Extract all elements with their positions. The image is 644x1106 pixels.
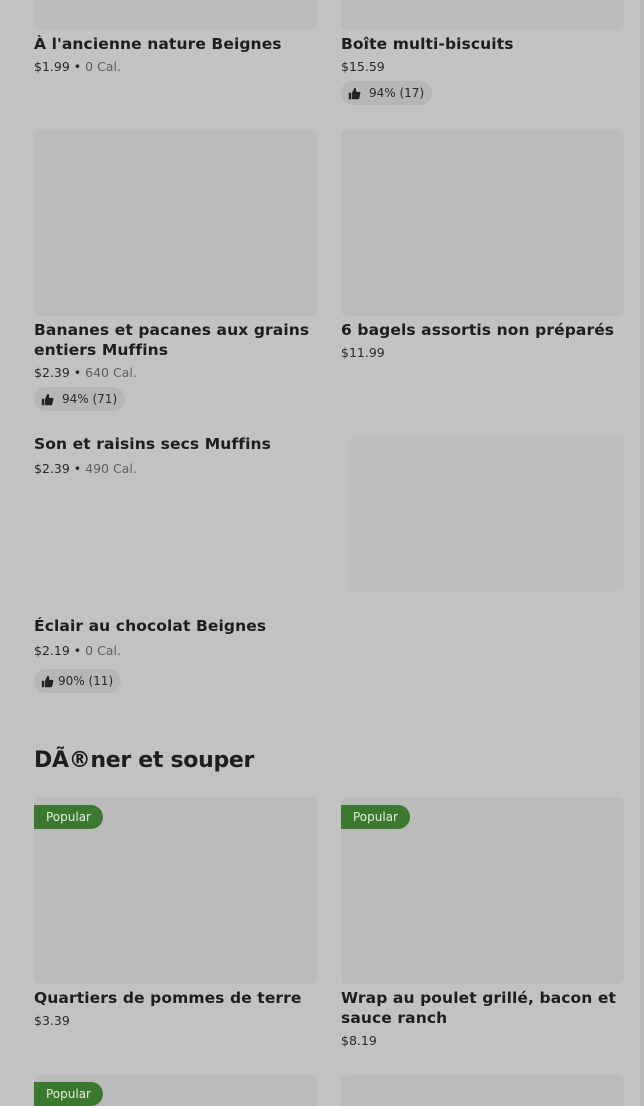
item-calories: 640 Cal. (85, 365, 137, 380)
item-meta: $1.99 • 0 Cal. (34, 59, 121, 75)
item-image[interactable] (341, 129, 624, 316)
item-title[interactable]: Son et raisins secs Muffins (34, 434, 324, 454)
item-price: $8.19 (341, 1033, 377, 1048)
separator: • (73, 365, 82, 380)
item-title[interactable]: 6 bagels assortis non préparés (341, 320, 624, 340)
item-price: $2.39 (34, 365, 70, 380)
item-price: $2.39 (34, 461, 70, 476)
item-image[interactable] (348, 437, 624, 591)
item-title[interactable]: Boîte multi-biscuits (341, 34, 624, 54)
item-calories: 490 Cal. (85, 461, 137, 476)
item-meta: $2.39 • 490 Cal. (34, 461, 137, 477)
item-calories: 0 Cal. (85, 59, 121, 74)
rating-badge: 90% (11) (34, 669, 122, 693)
rating-badge: 94% (71) (34, 387, 126, 411)
popular-badge: Popular (34, 805, 103, 829)
thumbs-up-icon (41, 393, 54, 405)
item-price: $2.19 (34, 643, 70, 658)
item-title[interactable]: Wrap au poulet grillé, bacon et sauce ra… (341, 988, 631, 1028)
separator: • (73, 461, 82, 476)
item-price: $3.39 (34, 1013, 70, 1028)
item-calories: 0 Cal. (85, 643, 121, 658)
item-image[interactable] (34, 129, 317, 316)
item-image[interactable] (341, 1075, 624, 1106)
item-price: $11.99 (341, 345, 385, 360)
rating-badge: 94% (17) (341, 81, 433, 105)
item-image[interactable] (341, 0, 624, 30)
separator: • (73, 59, 82, 74)
item-price: $1.99 (34, 59, 70, 74)
item-price: $15.59 (341, 59, 385, 74)
item-meta: $2.39 • 640 Cal. (34, 365, 137, 381)
popular-badge: Popular (341, 805, 410, 829)
item-meta: $2.19 • 0 Cal. (34, 643, 121, 659)
thumbs-up-icon (41, 675, 54, 687)
rating-value: 94% (17) (369, 86, 425, 100)
thumbs-up-icon (348, 87, 361, 99)
section-title: DÃ®ner et souper (34, 748, 255, 773)
page-edge (640, 0, 644, 1106)
item-image[interactable] (34, 0, 317, 30)
item-title[interactable]: Bananes et pacanes aux grains entiers Mu… (34, 320, 317, 360)
separator: • (73, 643, 82, 658)
rating-value: 94% (71) (62, 392, 118, 406)
item-title[interactable]: À l'ancienne nature Beignes (34, 34, 317, 54)
item-title[interactable]: Éclair au chocolat Beignes (34, 616, 324, 636)
popular-badge: Popular (34, 1082, 103, 1106)
rating-value: 90% (11) (58, 674, 114, 688)
item-title[interactable]: Quartiers de pommes de terre (34, 988, 317, 1008)
